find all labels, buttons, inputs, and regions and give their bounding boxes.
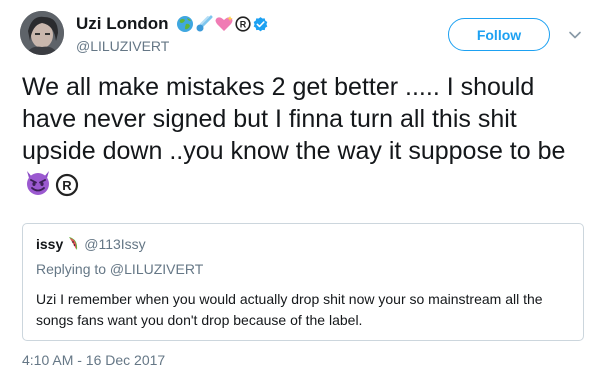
tweet-timestamp[interactable]: 4:10 AM - 16 Dec 2017	[22, 352, 165, 368]
author-display-name[interactable]: Uzi London	[76, 14, 169, 34]
follow-button[interactable]: Follow	[448, 18, 550, 51]
tweet-card: Uzi London R @LILUZIVERT Follow We all m…	[0, 0, 597, 382]
svg-text:R: R	[239, 20, 246, 30]
quoted-tweet-text: Uzi I remember when you would actually d…	[36, 291, 543, 328]
watermelon-icon	[67, 236, 79, 252]
author-name-row[interactable]: Uzi London R	[76, 14, 269, 34]
chevron-down-icon[interactable]	[568, 28, 582, 42]
tweet-text: We all make mistakes 2 get better ..... …	[22, 71, 582, 205]
avatar[interactable]	[20, 11, 64, 55]
quoted-tweet-header: issy @113Issy	[36, 236, 146, 252]
verified-badge-icon	[252, 16, 269, 33]
tweet-body: We all make mistakes 2 get better ..... …	[22, 73, 566, 165]
quoted-author-name: issy	[36, 236, 64, 252]
earth-globe-icon	[176, 15, 194, 33]
registered-sign-icon: R	[55, 173, 79, 205]
comet-icon	[195, 15, 213, 33]
quoted-author-handle: @113Issy	[84, 236, 146, 252]
svg-text:R: R	[62, 178, 72, 193]
registered-sign-icon: R	[234, 16, 251, 32]
replying-to: Replying to @LILUZIVERT	[36, 261, 204, 277]
sparkling-heart-icon	[214, 15, 234, 33]
author-handle[interactable]: @LILUZIVERT	[76, 38, 169, 54]
quoted-tweet[interactable]: issy @113Issy Replying to @LILUZIVERT Uz…	[22, 223, 584, 341]
author-emoji-row: R	[175, 15, 269, 33]
smiling-devil-icon	[23, 167, 53, 205]
